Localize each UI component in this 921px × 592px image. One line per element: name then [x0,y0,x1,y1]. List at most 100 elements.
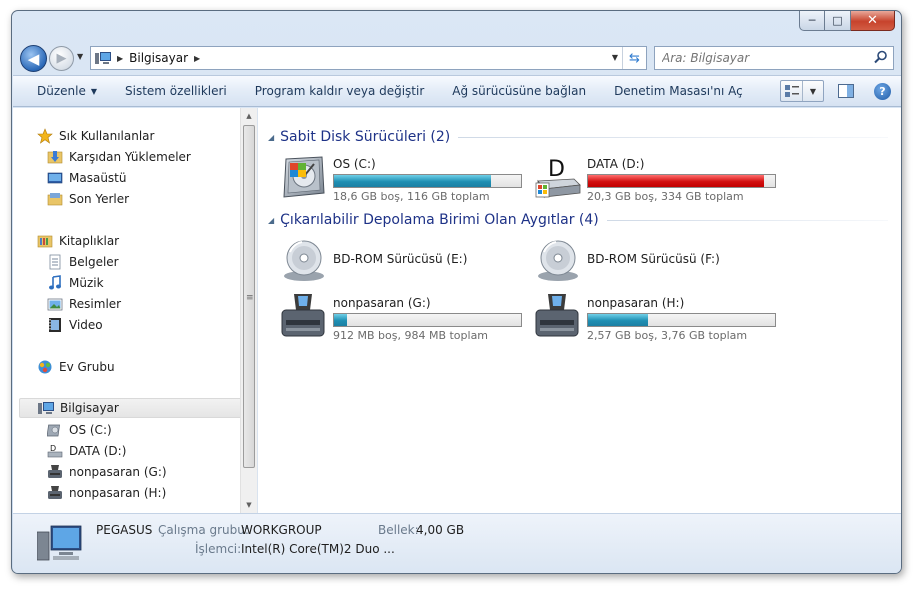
drive-usage-bar [333,174,522,188]
workgroup-label: Çalışma grubu: [158,523,249,537]
homegroup-icon [37,359,53,375]
processor-label: İşlemci: [195,542,242,556]
chevron-down-icon: ▼ [90,86,98,96]
maximize-button[interactable]: □ [825,11,851,31]
video-icon [47,317,63,333]
navigation-bar: ◀ ▶ ▼ ▶ Bilgisayar ▶ ▼ ⇆ [12,41,901,73]
close-button[interactable]: ✕ [851,11,895,31]
group-title: Çıkarılabilir Depolama Birimi Olan Aygıt… [280,212,599,228]
breadcrumb-separator[interactable]: ▶ [117,54,123,63]
sidebar-item-favorites[interactable]: Sık Kullanılanlar [13,126,238,146]
navigation-scrollbar[interactable]: ▲ ≡ ▼ [240,108,257,513]
sidebar-item-drive-d[interactable]: D DATA (D:) [13,441,238,461]
help-button[interactable]: ? [874,82,891,100]
chevron-down-icon[interactable]: ▼ [803,87,823,96]
open-control-panel-button[interactable]: Denetim Masası'nı Aç [600,76,757,106]
sidebar-item-documents[interactable]: Belgeler [13,252,238,272]
sidebar-item-videos[interactable]: Video [13,315,238,335]
removable-drive-icon [535,294,579,337]
star-icon [37,128,53,144]
search-box[interactable] [654,46,894,70]
sidebar-item-drive-c[interactable]: OS (C:) [13,420,238,440]
drive-name: OS (C:) [333,157,376,171]
svg-text:D: D [50,444,56,453]
computer-icon [38,400,54,416]
hard-drive-icon [47,422,63,438]
drive-item-e[interactable]: BD-ROM Sürücüsü (E:) [280,236,530,286]
scroll-down-arrow-icon[interactable]: ▼ [241,497,257,513]
sidebar-item-computer[interactable]: Bilgisayar [19,398,249,418]
organize-label: Düzenle [37,84,86,98]
scroll-up-arrow-icon[interactable]: ▲ [241,108,257,124]
drive-name: BD-ROM Sürücüsü (E:) [333,252,468,266]
drive-space-info: 2,57 GB boş, 3,76 GB toplam [587,329,748,342]
documents-icon [47,254,63,270]
sidebar-item-drive-g[interactable]: nonpasaran (G:) [13,462,238,482]
drive-item-h[interactable]: nonpasaran (H:) 2,57 GB boş, 3,76 GB top… [534,292,784,342]
sidebar-item-label: OS (C:) [69,423,112,437]
uninstall-program-button[interactable]: Program kaldır veya değiştir [241,76,439,106]
map-network-drive-button[interactable]: Ağ sürücüsüne bağlan [438,76,600,106]
computer-icon [37,525,82,561]
sidebar-item-drive-h[interactable]: nonpasaran (H:) [13,483,238,503]
drive-name: BD-ROM Sürücüsü (F:) [587,252,720,266]
drive-item-g[interactable]: nonpasaran (G:) 912 MB boş, 984 MB topla… [280,292,530,342]
view-list-icon [784,85,799,97]
desktop-icon [47,170,63,186]
sidebar-item-label: Bilgisayar [60,401,119,415]
forward-button[interactable]: ▶ [49,46,74,71]
refresh-button[interactable]: ⇆ [622,47,646,69]
back-button[interactable]: ◀ [20,45,47,72]
processor-value: Intel(R) Core(TM)2 Duo ... [241,542,395,556]
removable-drive-icon [281,294,325,337]
sidebar-item-label: nonpasaran (G:) [69,465,167,479]
breadcrumb-computer[interactable]: Bilgisayar [129,51,188,65]
sidebar-item-music[interactable]: Müzik [13,273,238,293]
command-bar: Düzenle ▼ Sistem özellikleri Program kald… [13,75,901,107]
drive-name: nonpasaran (G:) [333,296,431,310]
sidebar-item-downloads[interactable]: Karşıdan Yüklemeler [13,147,238,167]
drive-usage-bar [587,313,776,327]
sidebar-item-pictures[interactable]: Resimler [13,294,238,314]
collapse-arrow-icon[interactable]: ◢ [268,133,274,142]
address-dropdown[interactable]: ▼ [612,53,618,62]
organize-menu[interactable]: Düzenle ▼ [13,76,111,106]
change-view-button[interactable]: ▼ [780,80,824,102]
computer-icon [95,51,111,64]
group-divider [606,219,888,221]
collapse-arrow-icon[interactable]: ◢ [268,216,274,225]
breadcrumb-separator[interactable]: ▶ [194,54,200,63]
scrollbar-thumb[interactable]: ≡ [243,125,255,468]
sidebar-item-recent-places[interactable]: Son Yerler [13,189,238,209]
sidebar-item-label: Son Yerler [69,192,130,206]
group-header-hard-disks[interactable]: ◢ Sabit Disk Sürücüleri (2) [268,129,888,145]
group-divider [458,136,888,138]
address-bar[interactable]: ▶ Bilgisayar ▶ ▼ ⇆ [90,46,647,70]
sidebar-item-libraries[interactable]: Kitaplıklar [13,231,238,251]
sidebar-item-homegroup[interactable]: Ev Grubu [13,357,238,377]
group-header-removable[interactable]: ◢ Çıkarılabilir Depolama Birimi Olan Ayg… [268,212,888,228]
grip-icon: ≡ [246,293,254,303]
search-input[interactable] [662,51,862,65]
arrow-right-icon: ▶ [56,51,67,66]
arrow-left-icon: ◀ [27,49,40,68]
group-title: Sabit Disk Sürücüleri (2) [280,129,451,145]
workgroup-value: WORKGROUP [241,523,322,537]
drive-item-f[interactable]: BD-ROM Sürücüsü (F:) [534,236,784,286]
recent-pages-dropdown[interactable]: ▼ [77,52,83,61]
sidebar-item-label: Sık Kullanılanlar [59,129,155,143]
preview-pane-button[interactable] [838,84,854,98]
drive-item-c[interactable]: OS (C:) 18,6 GB boş, 116 GB toplam [280,153,530,203]
drive-name: nonpasaran (H:) [587,296,685,310]
drive-item-d[interactable]: D DATA (D:) 20,3 GB boş, 334 GB toplam [534,153,784,203]
removable-drive-icon [47,464,63,480]
drive-name: DATA (D:) [587,157,645,171]
drive-usage-fill [588,175,764,187]
search-icon[interactable] [874,50,888,64]
drive-usage-fill [334,314,348,326]
sidebar-item-desktop[interactable]: Masaüstü [13,168,238,188]
system-properties-button[interactable]: Sistem özellikleri [111,76,241,106]
minimize-button[interactable]: ─ [799,11,825,31]
caption-buttons: ─ □ ✕ [799,11,895,31]
sidebar-item-label: Video [69,318,103,332]
